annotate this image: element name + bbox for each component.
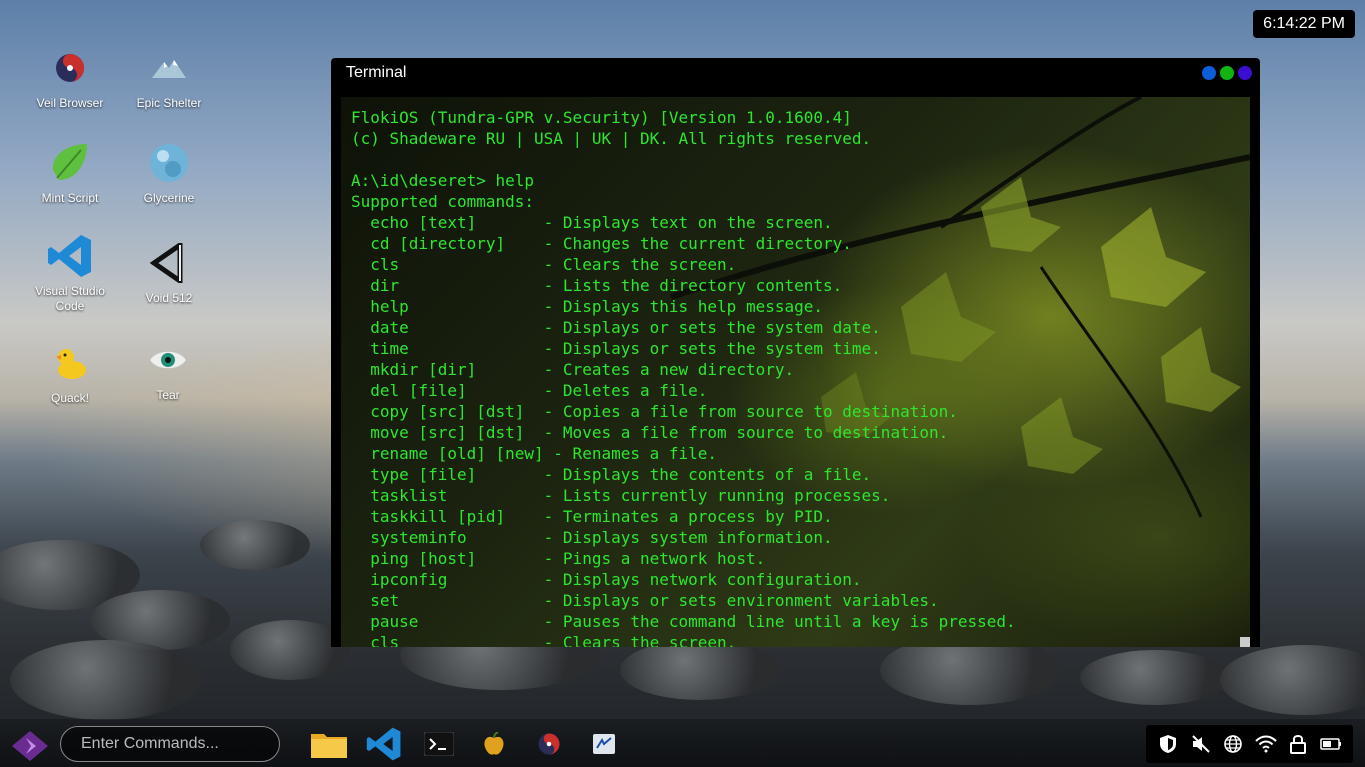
start-logo-icon (12, 731, 48, 761)
desktop-icon-veil-browser[interactable]: Veil Browser (28, 44, 112, 111)
close-button[interactable] (1238, 66, 1252, 80)
taskbar-app-veil-browser[interactable] (531, 726, 567, 762)
system-clock: 6:14:22 PM (1253, 10, 1355, 38)
desktop-icon-quack[interactable]: Quack! (28, 339, 112, 406)
terminal-text: FlokiOS (Tundra-GPR v.Security) [Version… (351, 108, 1016, 647)
desktop-icon-mint-script[interactable]: Mint Script (28, 139, 112, 206)
terminal-icon (424, 732, 454, 756)
start-button[interactable] (12, 730, 48, 761)
taskbar (0, 719, 1365, 767)
muted-speaker-icon[interactable] (1190, 733, 1212, 755)
taskbar-app-fruit[interactable] (476, 726, 512, 762)
cv-icon (593, 734, 615, 754)
shield-icon[interactable] (1157, 733, 1179, 755)
lock-icon[interactable] (1287, 733, 1309, 755)
battery-icon[interactable] (1320, 733, 1342, 755)
taskbar-app-terminal[interactable] (421, 726, 457, 762)
desktop-icon-label: Void 512 (145, 291, 193, 305)
command-input[interactable] (60, 726, 280, 762)
mountain-icon (145, 44, 193, 92)
terminal-window[interactable]: Terminal FlokiOS (Tundra-GPR v.Security)… (331, 58, 1260, 647)
veil-browser-icon (538, 733, 560, 755)
taskbar-app-vscode[interactable] (366, 726, 402, 762)
desktop-icon-visual-studio-code[interactable]: Visual Studio Code (28, 232, 112, 314)
eye-icon (144, 336, 192, 384)
desktop-icon-label: Quack! (50, 391, 89, 405)
terminal-output[interactable]: FlokiOS (Tundra-GPR v.Security) [Version… (341, 97, 1250, 647)
vscode-icon (366, 727, 401, 761)
window-controls (1202, 66, 1252, 80)
desktop-icon-label: Mint Script (41, 191, 99, 205)
desktop-icon-label: Glycerine (143, 191, 195, 205)
vscode-icon (46, 232, 94, 280)
desktop-icon-tear[interactable]: Tear (126, 336, 210, 403)
desktop-icon-epic-shelter[interactable]: Epic Shelter (127, 44, 211, 111)
glycerine-orb-icon (145, 139, 193, 187)
minimize-button[interactable] (1202, 66, 1216, 80)
apple-icon (484, 732, 504, 755)
wifi-icon[interactable] (1255, 733, 1277, 755)
system-tray (1146, 725, 1353, 763)
desktop-icon-label: Visual Studio Code (35, 284, 105, 313)
window-title: Terminal (346, 64, 407, 81)
desktop-icon-label: Tear (156, 388, 180, 402)
desktop-icon-label: Epic Shelter (136, 96, 202, 110)
duck-icon (46, 339, 94, 387)
window-titlebar[interactable]: Terminal (331, 58, 1260, 88)
desktop-icon-void-512[interactable]: Void 512 (127, 239, 211, 306)
folder-icon (311, 734, 347, 758)
taskbar-app-cv[interactable] (586, 726, 622, 762)
void-512-icon (145, 239, 193, 287)
veil-browser-icon (46, 44, 94, 92)
maximize-button[interactable] (1220, 66, 1234, 80)
mint-leaf-icon (46, 139, 94, 187)
globe-icon[interactable] (1222, 733, 1244, 755)
desktop-icon-label: Veil Browser (36, 96, 104, 110)
taskbar-app-file-explorer[interactable] (311, 726, 347, 762)
desktop-icon-glycerine[interactable]: Glycerine (127, 139, 211, 206)
